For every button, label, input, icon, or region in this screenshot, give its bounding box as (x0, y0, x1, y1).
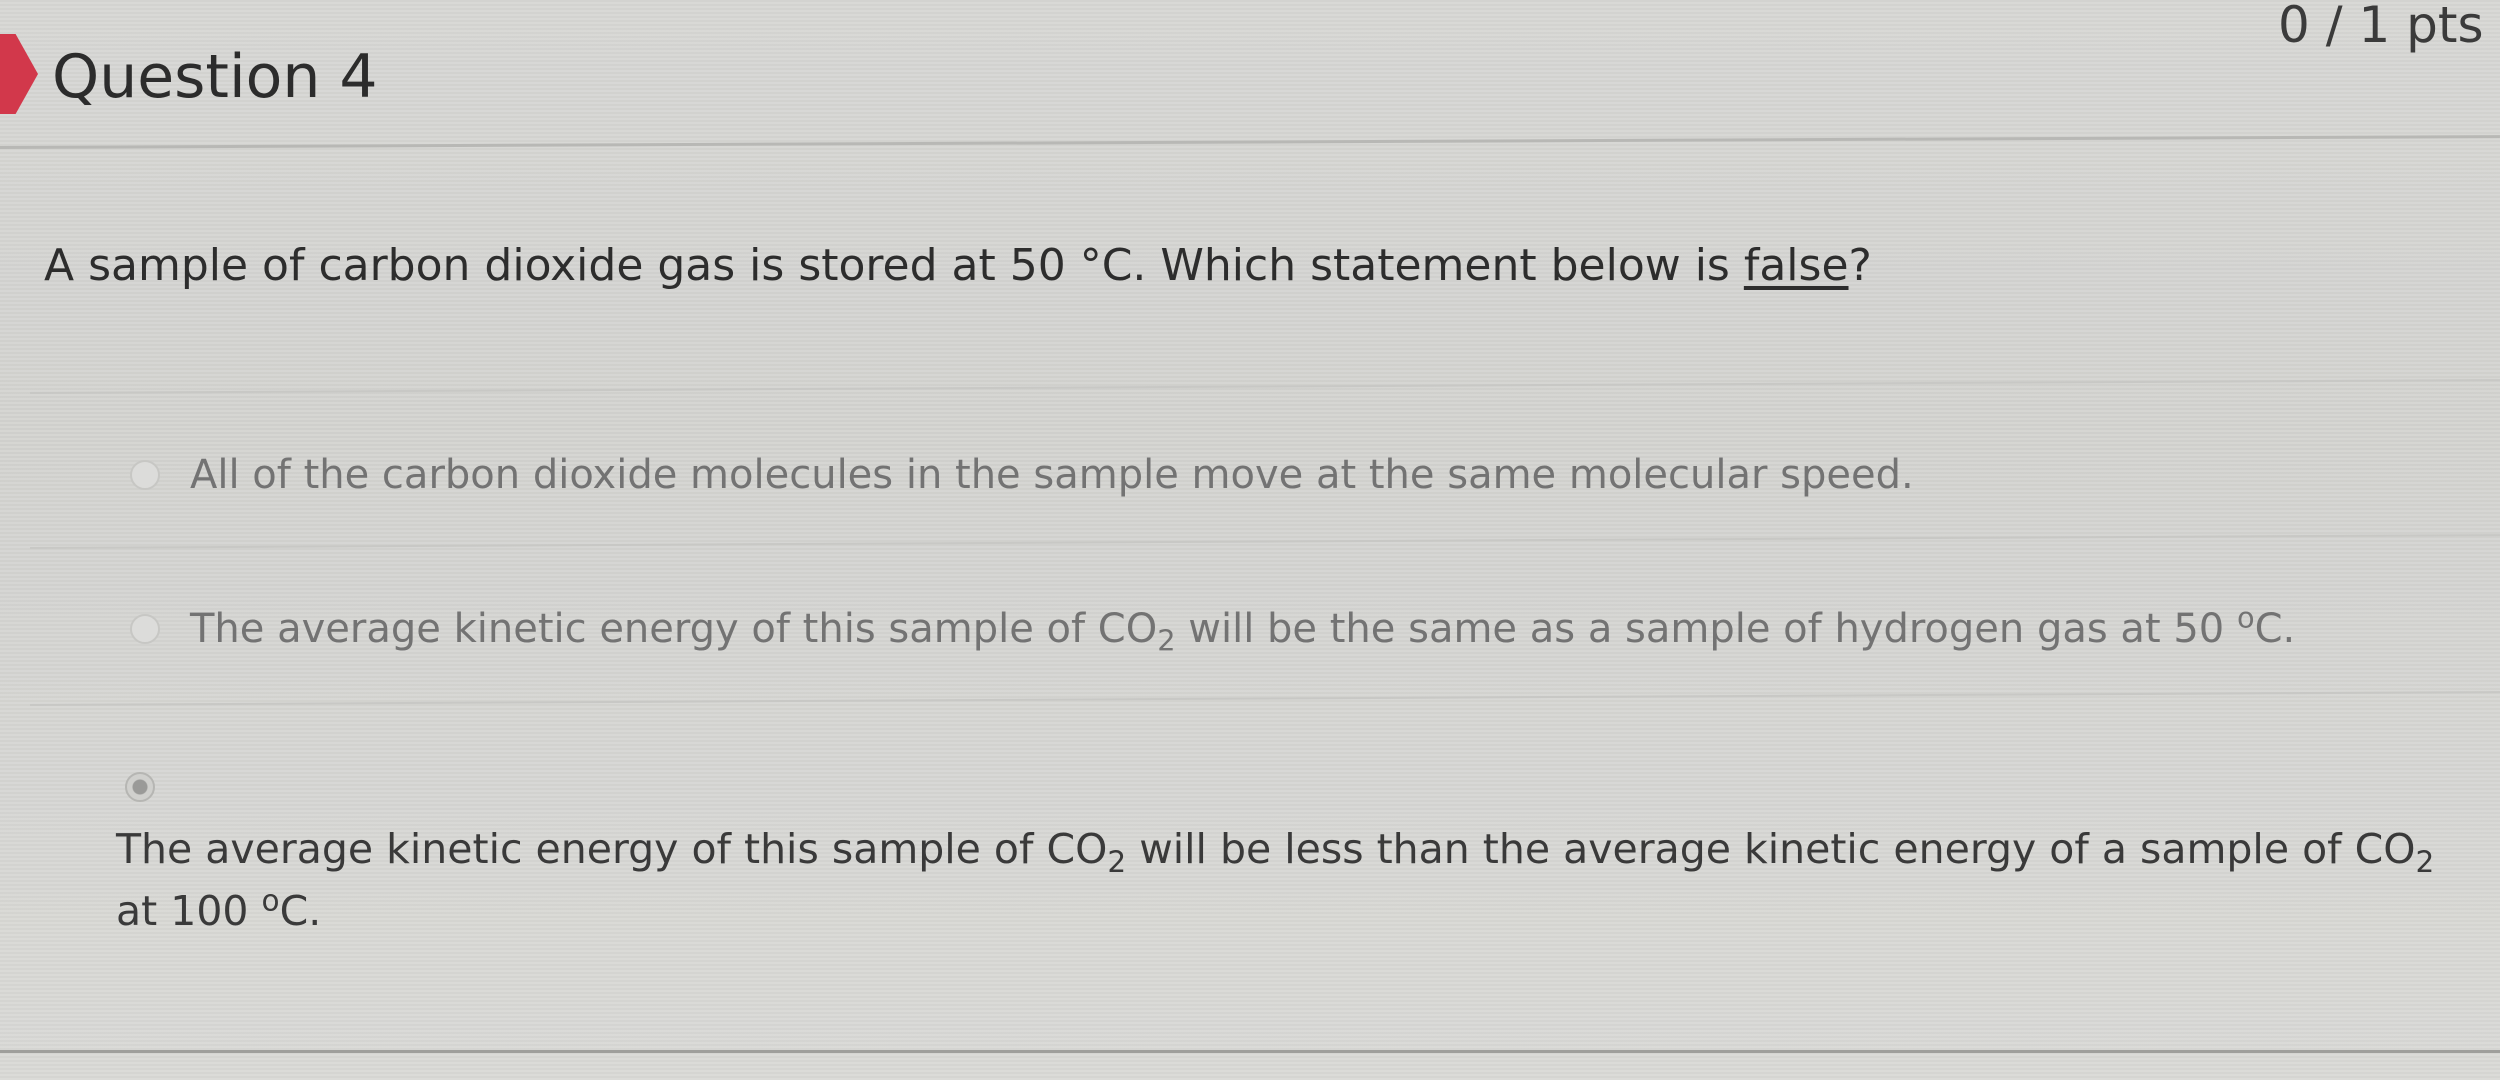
answer-divider (29, 534, 2500, 549)
quiz-page: Question 4 0 / 1 pts A sample of carbon … (0, 0, 2500, 1080)
answer-option-3-radio[interactable] (125, 772, 185, 802)
answer-subscript: 2 (1107, 844, 1127, 879)
answer-superscript: o (2236, 600, 2255, 635)
question-marker-icon (0, 34, 38, 114)
points-display: 0 / 1 pts (2278, 0, 2484, 54)
question-header: Question 4 0 / 1 pts (0, 0, 2500, 150)
header-divider (0, 135, 2500, 149)
question-title: Question 4 (52, 42, 378, 112)
question-prompt-text: A sample of carbon dioxide gas is stored… (44, 240, 1744, 291)
answer-subscript: 2 (2415, 844, 2435, 879)
answer-text-part: will be the same as a sample of hydrogen… (1175, 606, 2237, 652)
radio-button-icon[interactable] (130, 614, 160, 644)
answer-subscript: 2 (1157, 623, 1176, 658)
bottom-divider (0, 1050, 2500, 1053)
answer-divider (29, 379, 2500, 394)
answer-text-part: C. (2254, 606, 2296, 652)
answer-option-1[interactable]: All of the carbon dioxide molecules in t… (130, 452, 1914, 498)
answer-option-3-text[interactable]: The average kinetic energy of this sampl… (116, 818, 2446, 942)
radio-button-icon[interactable] (130, 460, 160, 490)
answer-option-2[interactable]: The average kinetic energy of this sampl… (130, 603, 2296, 655)
answer-option-1-text: All of the carbon dioxide molecules in t… (190, 452, 1914, 498)
radio-button-selected-icon[interactable] (125, 772, 155, 802)
question-prompt-emphasis: false (1743, 240, 1849, 291)
answer-text-part: The average kinetic energy of this sampl… (190, 606, 1158, 652)
answer-divider (29, 691, 2500, 706)
answer-option-2-text: The average kinetic energy of this sampl… (190, 603, 2296, 655)
answer-text-part: C. (279, 887, 322, 935)
answer-text-part: will be less than the average kinetic en… (1126, 825, 2416, 873)
answer-superscript: o (261, 883, 280, 918)
answer-text-part: The average kinetic energy of this sampl… (116, 825, 1108, 873)
question-prompt-end: ? (1848, 240, 1872, 291)
answer-text-part: at 100 (116, 887, 262, 935)
question-prompt: A sample of carbon dioxide gas is stored… (44, 240, 1872, 291)
